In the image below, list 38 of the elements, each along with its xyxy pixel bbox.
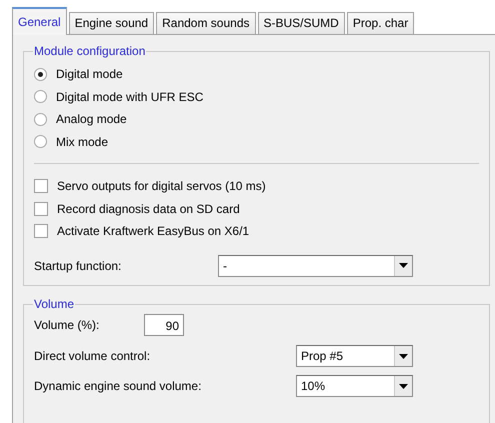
field-label: Dynamic engine sound volume: — [34, 379, 202, 393]
tab[interactable]: S-BUS/SUMD — [258, 12, 345, 34]
caret-icon — [399, 263, 408, 268]
radio-button[interactable] — [34, 112, 47, 126]
tab[interactable]: Random sounds — [156, 12, 256, 34]
tab[interactable]: Engine sound — [68, 12, 154, 34]
group-title: Volume — [33, 297, 76, 311]
checkbox-label: Servo outputs for digital servos (10 ms) — [57, 179, 266, 194]
radio-button[interactable] — [34, 135, 47, 148]
number-field[interactable]: 90 — [144, 314, 184, 336]
dropdown-value: 10% — [300, 378, 326, 395]
dropdown[interactable]: 10% — [296, 375, 413, 397]
checkbox[interactable] — [34, 179, 48, 194]
radio-label: Analog mode — [56, 112, 127, 126]
checkbox-label: Activate Kraftwerk EasyBus on X6/1 — [57, 224, 250, 238]
field-label: Volume (%): — [34, 318, 100, 332]
radio-button[interactable] — [34, 68, 47, 81]
radio-label: Digital mode — [56, 67, 123, 82]
radio-label: Mix mode — [56, 134, 108, 149]
group-title: Module configuration — [33, 44, 146, 58]
dropdown[interactable]: Prop #5 — [296, 345, 413, 367]
dropdown-arrow-button[interactable] — [394, 346, 412, 366]
dropdown-value: - — [222, 258, 228, 274]
radio-button[interactable] — [34, 90, 47, 104]
tab[interactable]: General — [12, 7, 67, 35]
tab[interactable]: Prop. char — [346, 12, 414, 34]
checkbox[interactable] — [34, 202, 48, 216]
caret-icon — [399, 354, 408, 358]
dropdown-value: Prop #5 — [300, 348, 344, 365]
dropdown-arrow-button[interactable] — [394, 256, 412, 276]
caret-icon — [399, 384, 408, 388]
dropdown-arrow-button[interactable] — [394, 376, 412, 396]
radio-label: Digital mode with UFR ESC — [56, 90, 204, 104]
dropdown[interactable]: - — [218, 254, 413, 276]
checkbox[interactable] — [34, 224, 48, 238]
checkbox-label: Record diagnosis data on SD card — [57, 202, 240, 216]
field-label: Startup function: — [34, 258, 122, 272]
field-label: Direct volume control: — [34, 349, 152, 363]
